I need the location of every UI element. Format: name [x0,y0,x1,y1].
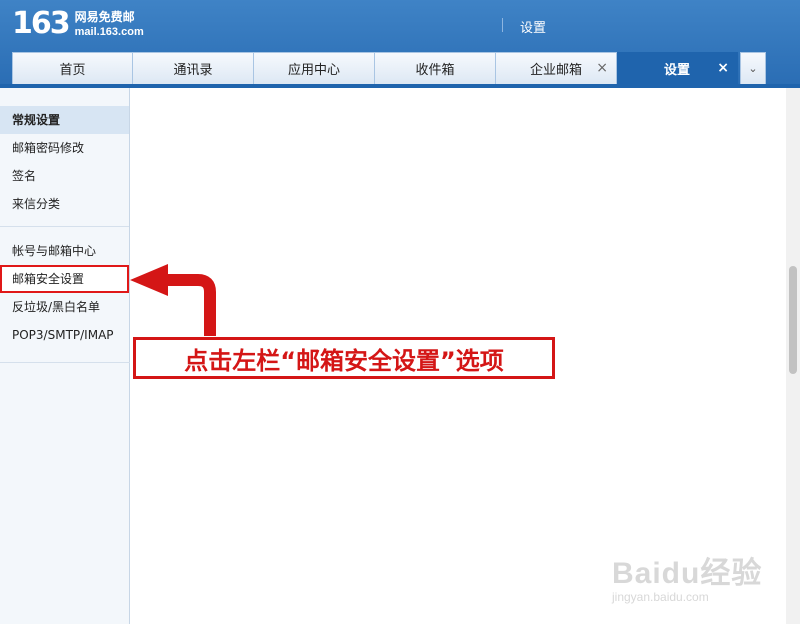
sidebar-item-password[interactable]: 邮箱密码修改 [0,134,129,162]
sidebar-item-pop3-smtp-imap[interactable]: POP3/SMTP/IMAP [0,321,129,349]
logo-text: 网易免费邮 mail.163.com [75,10,144,39]
instruction-callout: 点击左栏“邮箱安全设置”选项 [133,337,555,379]
sidebar-group-general: 常规设置 邮箱密码修改 签名 来信分类 [0,88,129,218]
scrollbar-thumb[interactable] [789,266,797,374]
tab-contacts[interactable]: 通讯录 [133,52,254,84]
scrollbar[interactable] [786,88,800,624]
close-icon[interactable]: × [717,60,729,76]
logo-en: mail.163.com [74,25,144,38]
red-arrow-icon [130,264,216,336]
sidebar: 常规设置 邮箱密码修改 签名 来信分类 帐号与邮箱中心 邮箱安全设置 反垃圾/黑… [0,88,130,624]
tab-inbox[interactable]: 收件箱 [375,52,496,84]
watermark-url: jingyan.baidu.com [612,590,709,604]
sidebar-divider [0,362,130,363]
sidebar-item-mail-filter[interactable]: 来信分类 [0,190,129,218]
baidu-watermark: Baidu经验 jingyan.baidu.com [612,548,762,604]
logo[interactable]: 163 网易免费邮 mail.163.com [12,8,144,40]
chevron-down-icon[interactable]: ⌄ [740,52,766,84]
close-icon[interactable]: × [596,60,608,76]
tab-app-center[interactable]: 应用中心 [254,52,375,84]
sidebar-item-account-center[interactable]: 帐号与邮箱中心 [0,237,129,265]
watermark-main: Baidu经验 [612,557,763,590]
tab-settings[interactable]: 设置 × [617,52,738,84]
tab-enterprise-mail[interactable]: 企业邮箱 × [496,52,617,84]
sidebar-item-general-settings[interactable]: 常规设置 [0,106,129,134]
sidebar-item-security[interactable]: 邮箱安全设置 [0,265,129,293]
sidebar-group-account: 帐号与邮箱中心 邮箱安全设置 反垃圾/黑白名单 POP3/SMTP/IMAP [0,227,129,349]
tab-bar: 首页 通讯录 应用中心 收件箱 企业邮箱 × 设置 × ⌄ [12,52,766,84]
logo-cn: 网易免费邮 [74,9,135,24]
tab-home[interactable]: 首页 [12,52,133,84]
sidebar-item-signature[interactable]: 签名 [0,162,129,190]
header-title: 设置 [520,21,547,36]
sidebar-item-antispam[interactable]: 反垃圾/黑白名单 [0,293,129,321]
header-separator [502,18,503,32]
logo-number: 163 [12,6,71,41]
